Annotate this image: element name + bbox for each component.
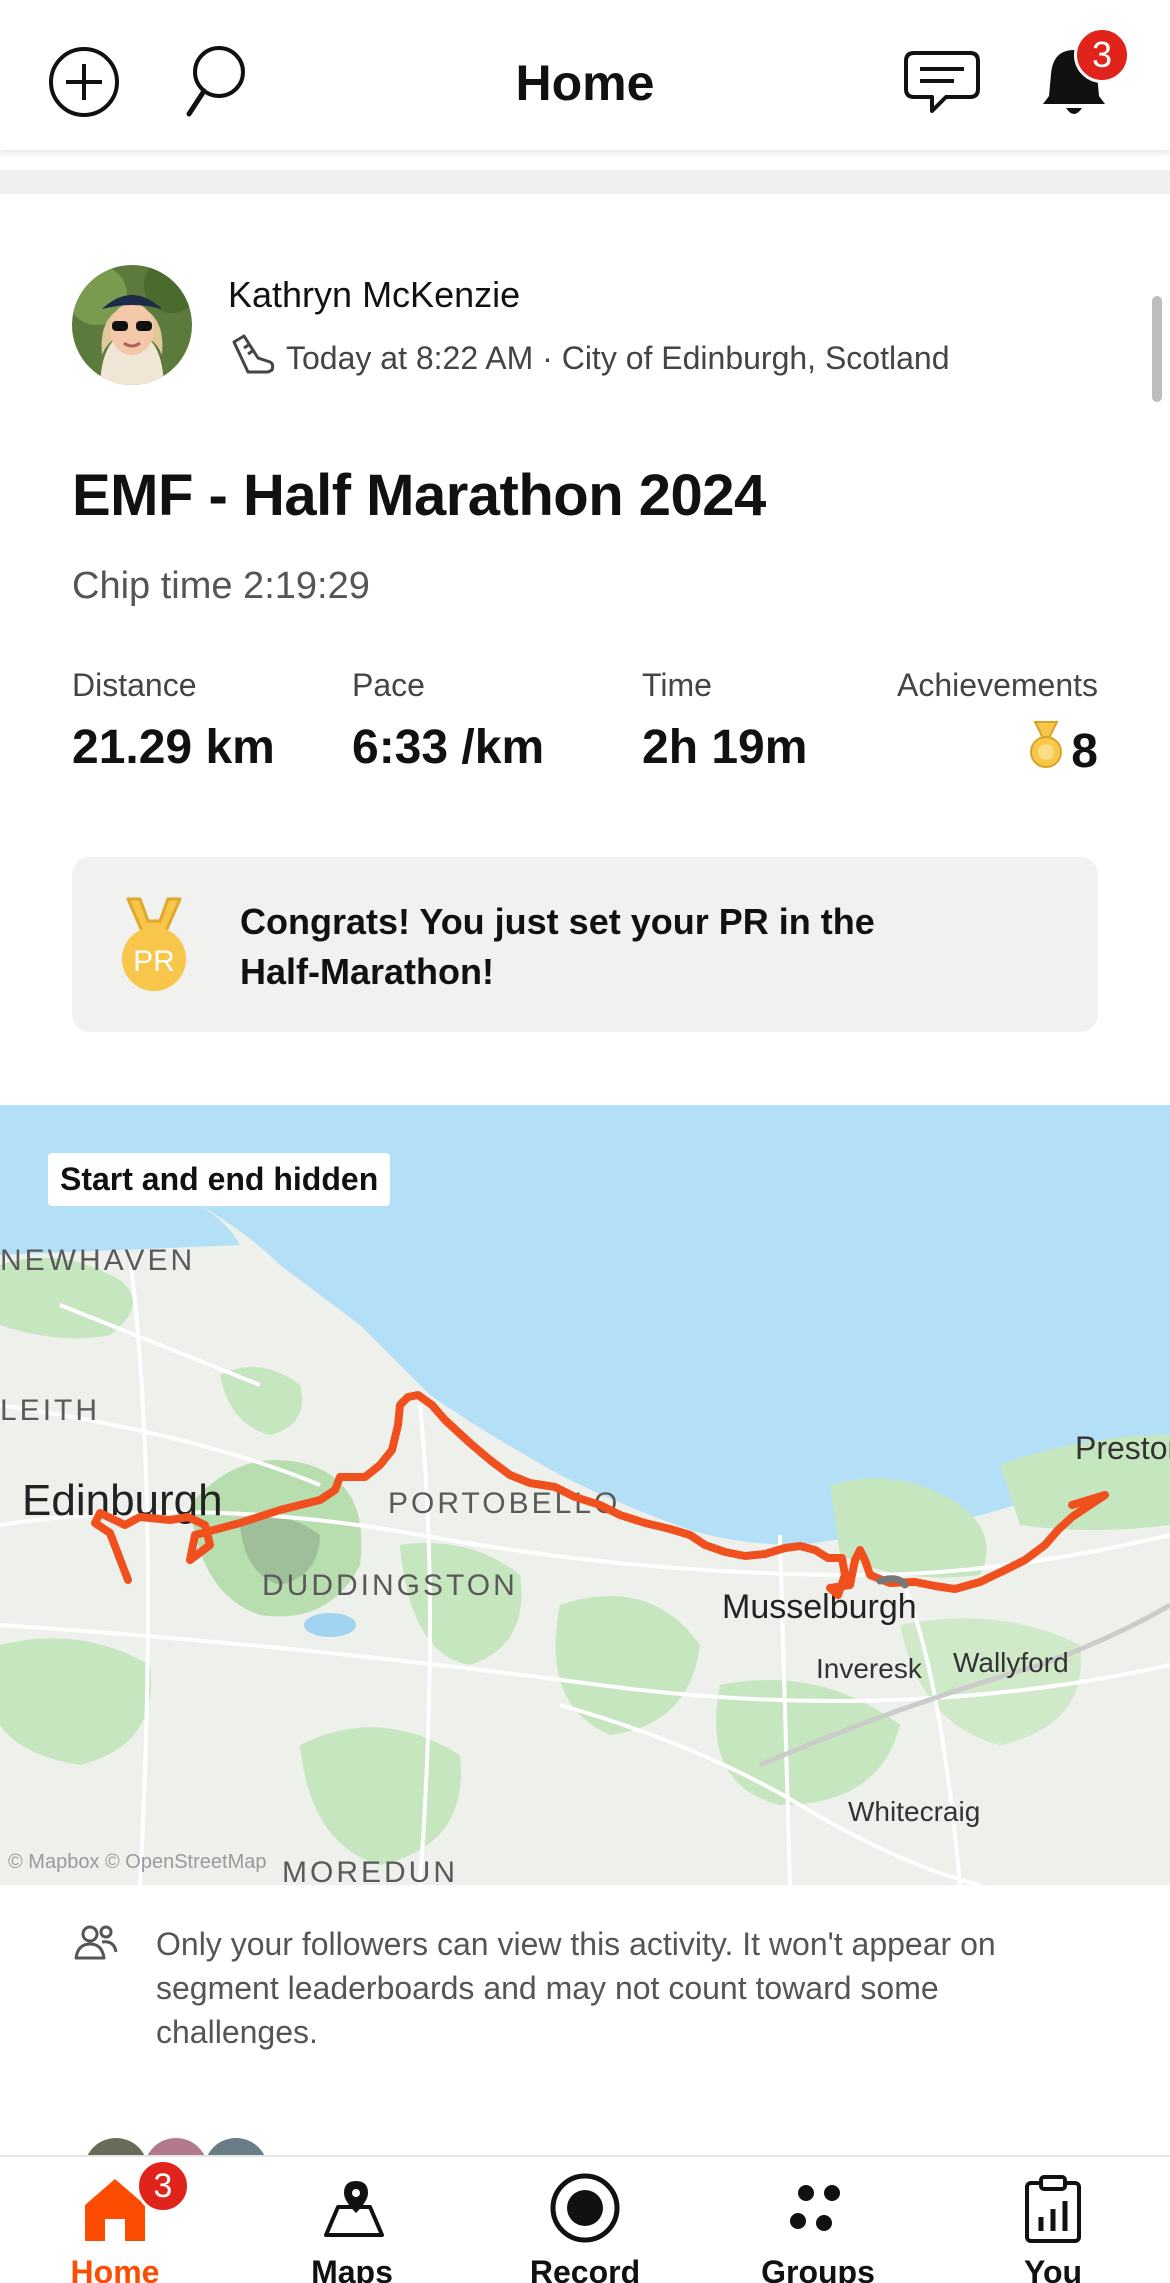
followers-icon <box>72 1922 120 1971</box>
nav-label: Record <box>529 2254 641 2283</box>
feed-separator <box>0 170 1170 194</box>
map-label: DUDDINGSTON <box>262 1569 518 1602</box>
stat-value: 21.29 km <box>72 721 275 774</box>
stat-label: Achievements <box>897 667 1098 703</box>
pr-message: Congrats! You just set your PR in the Ha… <box>240 901 875 992</box>
stat-achievements[interactable]: Achievements 8 <box>890 667 1098 782</box>
activity-title[interactable]: EMF - Half Marathon 2024 <box>72 462 766 529</box>
nav-groups[interactable]: Groups <box>733 2173 903 2283</box>
stat-label: Distance <box>72 667 197 703</box>
page-title: Home <box>515 55 655 111</box>
stat-label: Time <box>642 667 712 703</box>
stat-value: 6:33 /km <box>352 721 545 774</box>
map-label: MOREDUN <box>282 1856 458 1885</box>
nav-label: Maps <box>311 2254 393 2283</box>
nav-label: Groups <box>761 2254 875 2283</box>
groups-icon <box>778 2185 858 2247</box>
route-map[interactable]: NEWHAVEN LEITH PORTOBELLO DUDDINGSTON MO… <box>0 1105 1170 1885</box>
activity-description: Chip time 2:19:29 <box>72 565 370 607</box>
activity-meta: Today at 8:22 AM · City of Edinburgh, Sc… <box>228 332 949 384</box>
medal-icon <box>1029 720 1063 782</box>
activity-meta-text: Today at 8:22 AM · City of Edinburgh, Sc… <box>286 339 950 376</box>
you-icon <box>1013 2175 1093 2247</box>
bottom-navigation: Home 3 Maps Record Groups You <box>0 2155 1170 2283</box>
stat-distance: Distance 21.29 km <box>72 667 275 775</box>
nav-label: You <box>1023 2254 1083 2283</box>
map-label: Whitecraig <box>848 1796 980 1827</box>
map-label: Inveresk <box>816 1653 923 1684</box>
map-label: Musselburgh <box>722 1588 917 1626</box>
map-label: LEITH <box>0 1394 100 1427</box>
stat-time: Time 2h 19m <box>642 667 807 775</box>
avatar[interactable] <box>72 265 192 385</box>
nav-maps[interactable]: Maps <box>267 2173 437 2283</box>
map-label: Prestonpans <box>1075 1430 1170 1466</box>
notification-badge: 3 <box>1074 27 1130 83</box>
start-end-hidden-label: Start and end hidden <box>48 1153 391 1206</box>
pr-medal-icon: PR <box>114 895 194 1000</box>
home-icon <box>75 2179 155 2247</box>
achievement-count: 8 <box>1071 724 1098 778</box>
stat-label: Pace <box>352 667 425 703</box>
stat-value: 2h 19m <box>642 721 808 774</box>
messages-icon[interactable] <box>900 40 984 124</box>
map-label: NEWHAVEN <box>0 1244 195 1277</box>
map-attribution[interactable]: © Mapbox © OpenStreetMap <box>8 1851 267 1874</box>
top-bar: Home 3 <box>0 0 1170 150</box>
scrollbar[interactable] <box>1152 296 1162 402</box>
nav-you[interactable]: You <box>968 2173 1138 2283</box>
pr-banner[interactable]: PR Congrats! You just set your PR in the… <box>72 857 1098 1032</box>
record-icon <box>545 2173 625 2247</box>
stat-pace: Pace 6:33 /km <box>352 667 544 775</box>
home-badge: 3 <box>136 2159 190 2213</box>
nav-label: Home <box>70 2254 160 2283</box>
run-shoe-icon <box>228 332 276 384</box>
maps-icon <box>312 2181 392 2247</box>
stat-value: 8 <box>890 720 1098 782</box>
pr-badge-text: PR <box>133 945 175 978</box>
nav-record[interactable]: Record <box>500 2173 670 2283</box>
map-label: Wallyford <box>953 1647 1069 1678</box>
privacy-text: Only your followers can view this activi… <box>156 1926 996 2050</box>
athlete-name[interactable]: Kathryn McKenzie <box>228 274 520 316</box>
